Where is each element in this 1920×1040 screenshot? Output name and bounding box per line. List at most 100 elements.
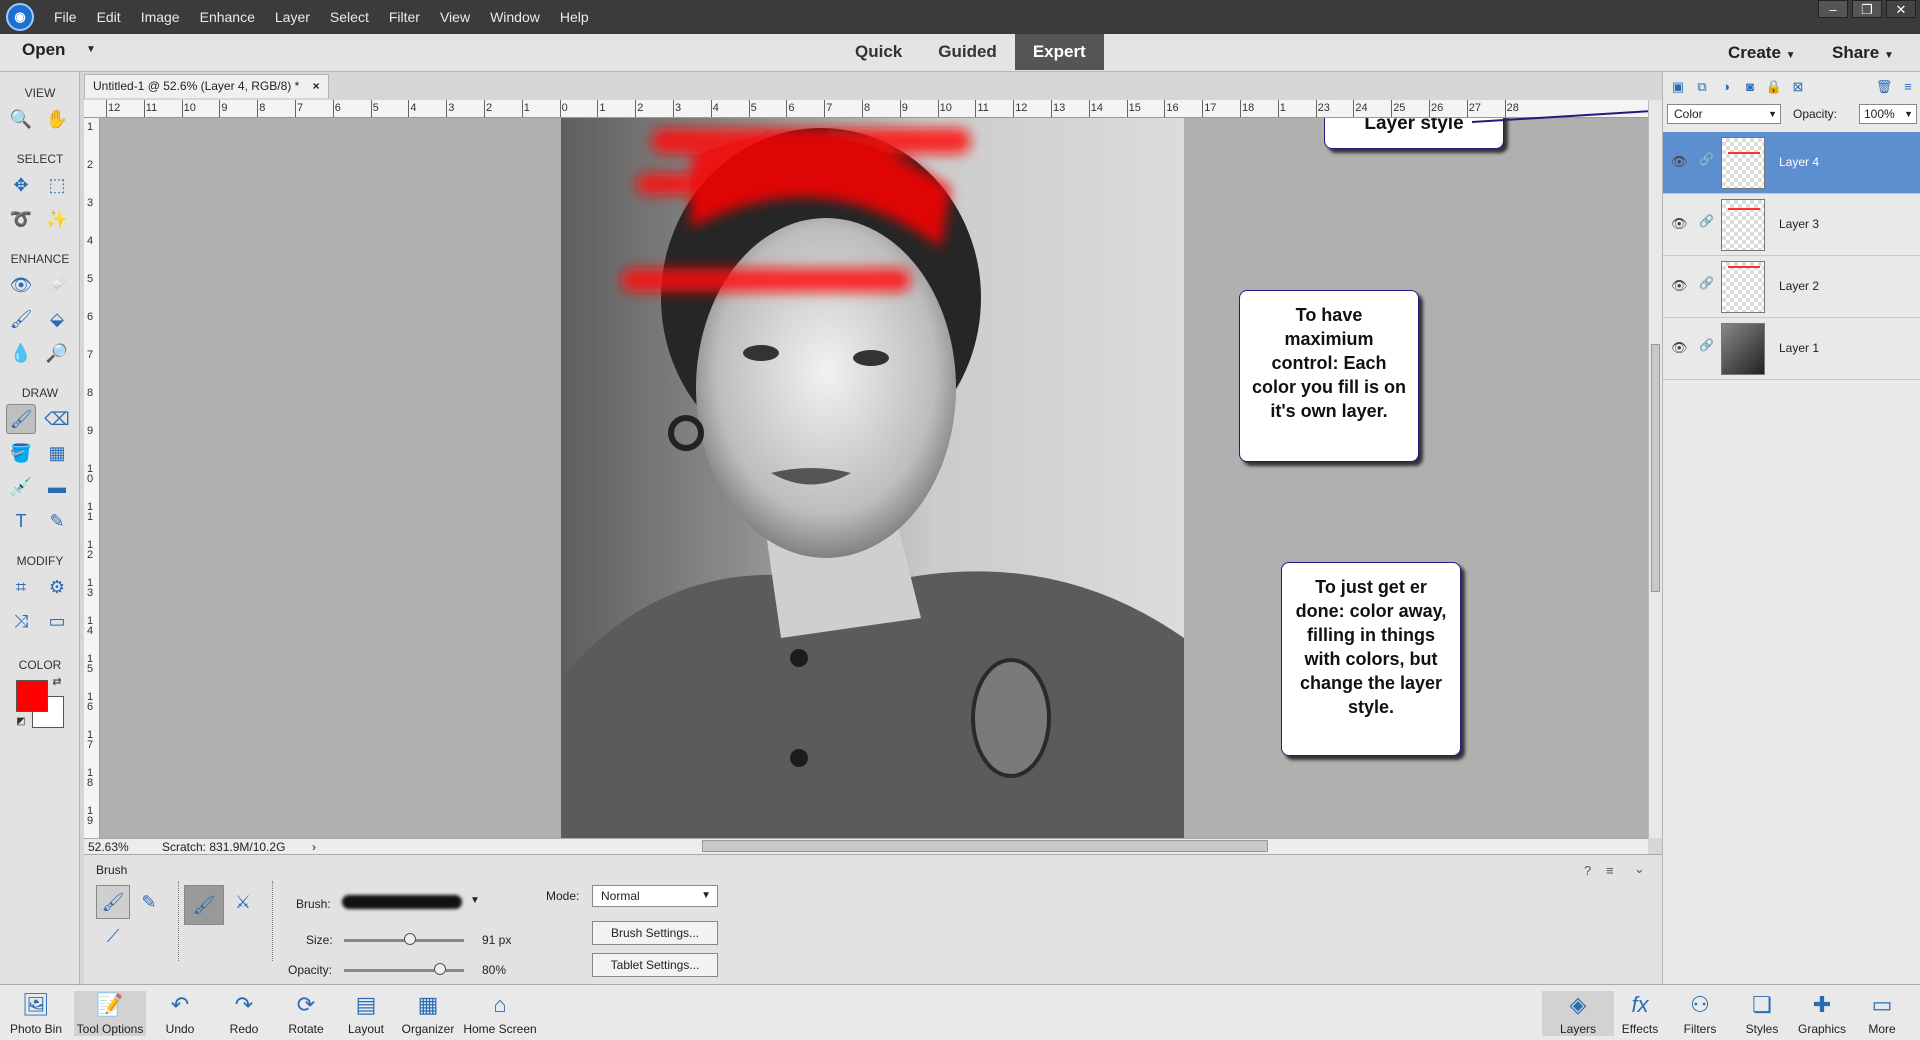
move-tool-icon[interactable]: ✥ — [6, 170, 36, 200]
brush-mode-icon[interactable]: 🖌 — [96, 885, 130, 919]
close-button[interactable]: ✕ — [1886, 0, 1916, 18]
size-slider-knob[interactable] — [404, 933, 416, 945]
red-eye-tool-icon[interactable]: 👁 — [6, 270, 36, 300]
organizer-button[interactable]: ▦ Organizer — [392, 991, 464, 1036]
horizontal-scrollbar-thumb[interactable] — [702, 840, 1268, 852]
crop-tool-icon[interactable]: ⌗ — [6, 572, 36, 602]
menu-enhance[interactable]: Enhance — [190, 0, 265, 34]
menu-edit[interactable]: Edit — [87, 0, 131, 34]
gradient-tool-icon[interactable]: ▦ — [42, 438, 72, 468]
horizontal-scrollbar[interactable] — [330, 838, 1640, 854]
undo-button[interactable]: ↶ Undo — [144, 991, 216, 1036]
share-button[interactable]: Share ▼ — [1832, 43, 1894, 63]
visibility-eye-icon[interactable]: 👁 — [1671, 154, 1688, 170]
visibility-eye-icon[interactable]: 👁 — [1671, 278, 1688, 294]
visibility-eye-icon[interactable]: 👁 — [1671, 340, 1688, 356]
recompose-tool-icon[interactable]: ⚙ — [42, 572, 72, 602]
menu-layer[interactable]: Layer — [265, 0, 320, 34]
home-screen-button[interactable]: ⌂ Home Screen — [460, 991, 540, 1036]
options-menu-icon[interactable]: ≡ — [1606, 863, 1614, 878]
brush-airbrush-off-icon[interactable]: 🖌 — [184, 885, 224, 925]
menu-help[interactable]: Help — [550, 0, 599, 34]
document-canvas[interactable]: Layer style To have maximium control: Ea… — [100, 118, 1648, 838]
layer-row[interactable]: 👁 🔗 Layer 4 — [1663, 132, 1920, 194]
close-document-icon[interactable]: × — [313, 79, 320, 93]
photo-bin-button[interactable]: 🖼 Photo Bin — [0, 991, 72, 1036]
collapse-icon[interactable]: ⌄ — [1634, 861, 1645, 877]
help-icon[interactable]: ? — [1584, 863, 1591, 878]
visibility-eye-icon[interactable]: 👁 — [1671, 216, 1688, 232]
swap-colors-icon[interactable]: ⇄ — [50, 674, 64, 688]
link-icon[interactable]: 🔗 — [1699, 214, 1714, 228]
link-icon[interactable]: 🔗 — [1699, 152, 1714, 166]
menu-window[interactable]: Window — [480, 0, 550, 34]
new-group-icon[interactable]: ⧉ — [1693, 78, 1711, 96]
mode-quick[interactable]: Quick — [837, 34, 920, 70]
magic-wand-tool-icon[interactable]: ✨ — [42, 204, 72, 234]
paint-bucket-tool-icon[interactable]: 🪣 — [6, 438, 36, 468]
adjustment-layer-icon[interactable]: ◑ — [1717, 78, 1735, 96]
lasso-tool-icon[interactable]: ➰ — [6, 204, 36, 234]
restore-button[interactable]: ❐ — [1852, 0, 1882, 18]
vertical-scrollbar[interactable] — [1648, 100, 1662, 838]
new-layer-icon[interactable]: ▣ — [1669, 78, 1687, 96]
default-colors-icon[interactable]: ◩ — [14, 714, 28, 728]
menu-view[interactable]: View — [430, 0, 480, 34]
hand-tool-icon[interactable]: ✋ — [42, 104, 72, 134]
opacity-slider-track[interactable] — [344, 969, 464, 972]
document-tab[interactable]: Untitled-1 @ 52.6% (Layer 4, RGB/8) * × — [84, 74, 329, 98]
foreground-color-swatch[interactable] — [16, 680, 48, 712]
zoom-tool-icon[interactable]: 🔍 — [6, 104, 36, 134]
open-button[interactable]: Open — [22, 40, 65, 60]
lock-all-icon[interactable]: 🔒 — [1765, 78, 1783, 96]
brush-tool-icon[interactable]: 🖌 — [6, 404, 36, 434]
content-aware-move-tool-icon[interactable]: ⤨ — [6, 606, 36, 636]
mode-guided[interactable]: Guided — [920, 34, 1015, 70]
layer-opacity-field[interactable]: 100% ▼ — [1859, 104, 1917, 124]
opacity-slider-knob[interactable] — [434, 963, 446, 975]
color-replacement-brush-icon[interactable]: ⟋ — [96, 919, 130, 953]
layer-row[interactable]: 👁 🔗 Layer 3 — [1663, 194, 1920, 256]
tablet-settings-button[interactable]: Tablet Settings... — [592, 953, 718, 977]
brush-mode-select[interactable]: Normal ▼ — [592, 885, 718, 907]
impressionist-brush-icon[interactable]: ✎ — [132, 885, 166, 919]
menu-select[interactable]: Select — [320, 0, 379, 34]
text-tool-icon[interactable]: T — [6, 506, 36, 536]
brush-picker-dropdown-icon[interactable]: ▼ — [470, 895, 480, 906]
shape-tool-icon[interactable]: ▬ — [42, 472, 72, 502]
menu-image[interactable]: Image — [131, 0, 190, 34]
blend-mode-select[interactable]: Color ▼ — [1667, 104, 1781, 124]
menu-filter[interactable]: Filter — [379, 0, 430, 34]
layer-row[interactable]: 👁 🔗 Layer 1 — [1663, 318, 1920, 380]
healing-brush-tool-icon[interactable]: 🩹 — [42, 270, 72, 300]
minimize-button[interactable]: – — [1818, 0, 1848, 18]
lock-transparent-icon[interactable]: ⊠ — [1789, 78, 1807, 96]
open-dropdown-icon[interactable]: ▼ — [86, 44, 96, 55]
smart-brush-tool-icon[interactable]: 🖌 — [6, 304, 36, 334]
menu-file[interactable]: File — [44, 0, 87, 34]
blur-tool-icon[interactable]: 💧 — [6, 338, 36, 368]
sponge-tool-icon[interactable]: 🔎 — [42, 338, 72, 368]
marquee-tool-icon[interactable]: ⬚ — [42, 170, 72, 200]
zoom-readout[interactable]: 52.63% — [88, 840, 129, 854]
panel-menu-icon[interactable]: ≡ — [1899, 78, 1917, 96]
straighten-tool-icon[interactable]: ▭ — [42, 606, 72, 636]
eyedropper-tool-icon[interactable]: 💉 — [6, 472, 36, 502]
layer-mask-icon[interactable]: ◙ — [1741, 78, 1759, 96]
delete-layer-icon[interactable]: 🗑 — [1875, 78, 1893, 96]
tool-options-button[interactable]: 📝 Tool Options — [74, 991, 146, 1036]
clone-stamp-tool-icon[interactable]: ⬙ — [42, 304, 72, 334]
brush-settings-button[interactable]: Brush Settings... — [592, 921, 718, 945]
brush-preview[interactable] — [342, 895, 462, 909]
layer-row[interactable]: 👁 🔗 Layer 2 — [1663, 256, 1920, 318]
pencil-tool-icon[interactable]: ✎ — [42, 506, 72, 536]
vertical-scrollbar-thumb[interactable] — [1651, 344, 1660, 592]
link-icon[interactable]: 🔗 — [1699, 338, 1714, 352]
link-icon[interactable]: 🔗 — [1699, 276, 1714, 290]
eraser-tool-icon[interactable]: ⌫ — [42, 404, 72, 434]
create-button[interactable]: Create ▼ — [1728, 43, 1796, 63]
airbrush-icon[interactable]: ⚔ — [226, 885, 260, 919]
more-button[interactable]: ▭ More — [1846, 991, 1918, 1036]
status-menu-arrow-icon[interactable]: › — [312, 840, 316, 854]
mode-expert[interactable]: Expert — [1014, 34, 1104, 70]
